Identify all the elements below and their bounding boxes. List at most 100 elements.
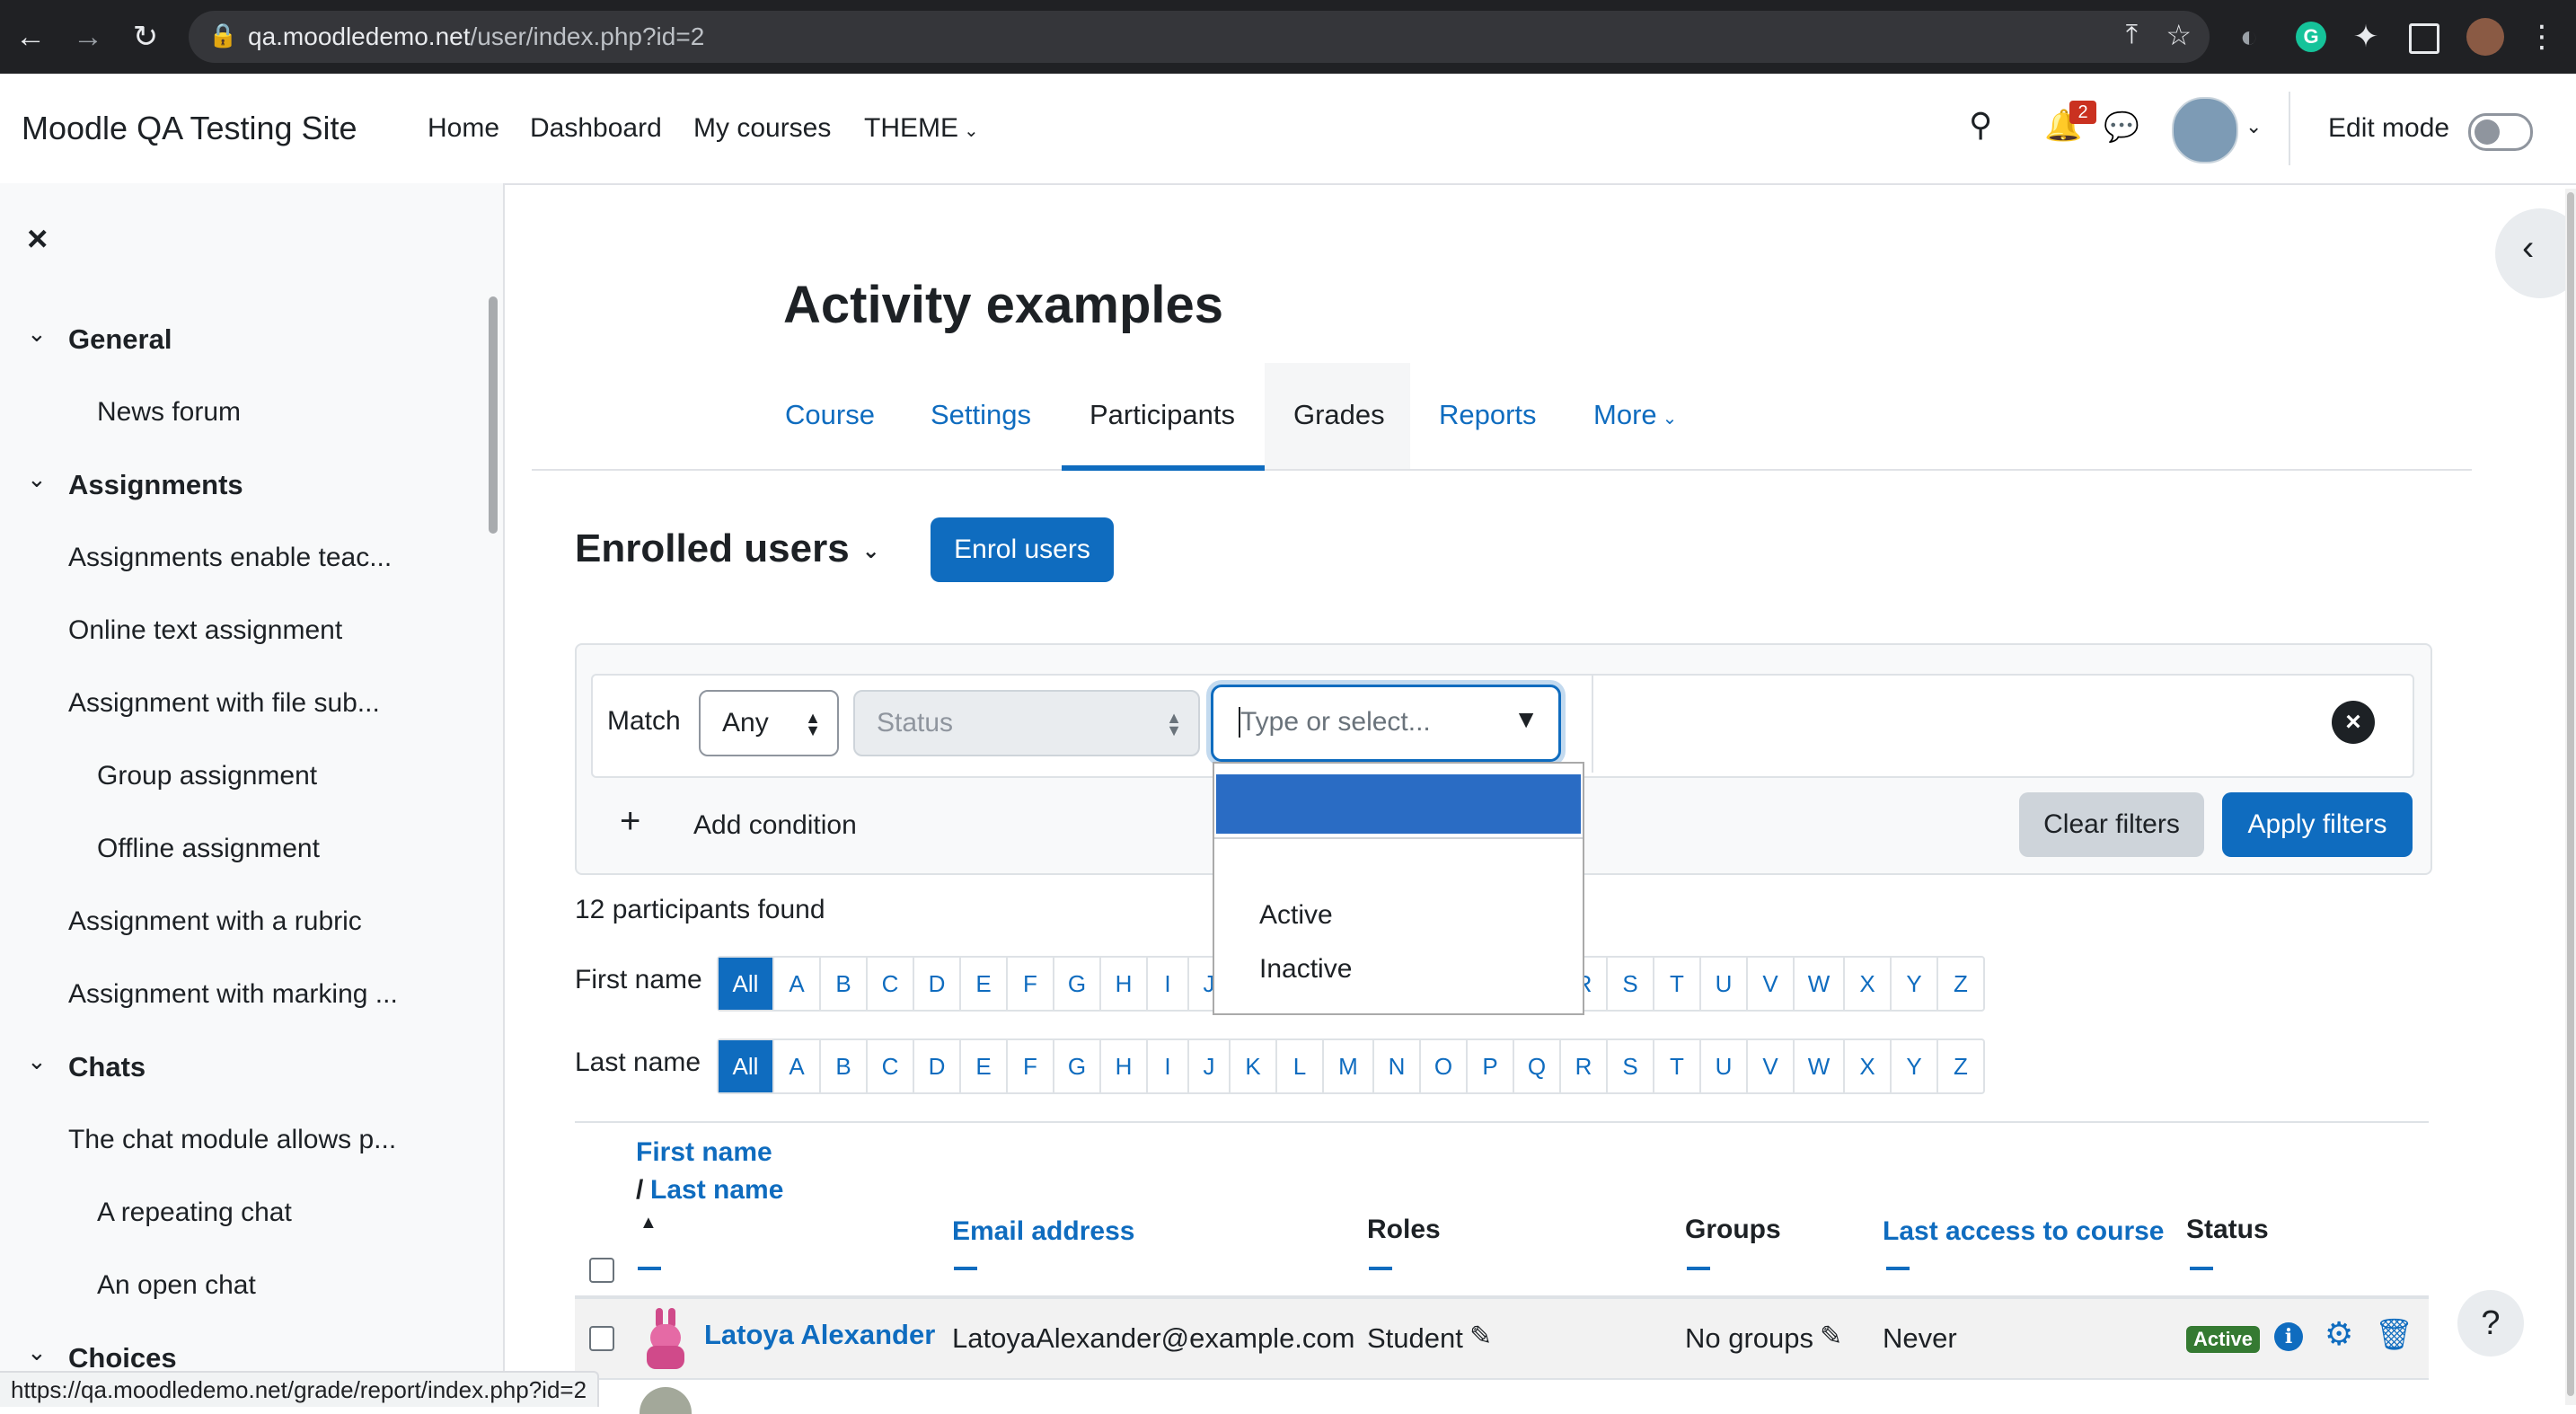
bookmark-star-icon[interactable]: ☆ bbox=[2166, 18, 2192, 52]
lastname-initial-o[interactable]: O bbox=[1421, 1040, 1468, 1092]
grammarly-icon[interactable]: G bbox=[2296, 22, 2326, 52]
lastname-initial-d[interactable]: D bbox=[914, 1040, 961, 1092]
lastname-initial-n[interactable]: N bbox=[1374, 1040, 1421, 1092]
lastname-initial-k[interactable]: K bbox=[1231, 1040, 1277, 1092]
reload-icon[interactable]: ↻ bbox=[119, 0, 172, 74]
hide-column-icon[interactable] bbox=[1369, 1267, 1392, 1270]
add-condition-link[interactable]: Add condition bbox=[693, 810, 857, 841]
tab-reports[interactable]: Reports bbox=[1439, 399, 1537, 431]
page-scrollbar[interactable] bbox=[2565, 189, 2576, 1405]
lastname-initial-m[interactable]: M bbox=[1324, 1040, 1374, 1092]
drawer-item[interactable]: Online text assignment bbox=[68, 615, 342, 646]
lastname-initial-u[interactable]: U bbox=[1701, 1040, 1748, 1092]
gear-settings-icon[interactable]: ⚙ bbox=[2325, 1315, 2353, 1353]
drawer-item[interactable]: Assignment with marking ... bbox=[68, 979, 398, 1010]
firstname-initial-all[interactable]: All bbox=[719, 958, 774, 1010]
firstname-initial-u[interactable]: U bbox=[1701, 958, 1748, 1010]
firstname-initial-i[interactable]: I bbox=[1148, 958, 1189, 1010]
firstname-initial-x[interactable]: X bbox=[1845, 958, 1892, 1010]
dropdown-option-active[interactable]: Active bbox=[1259, 900, 1333, 931]
lastname-initial-v[interactable]: V bbox=[1748, 1040, 1795, 1092]
block-drawer-toggle[interactable]: ‹ bbox=[2495, 208, 2576, 298]
lastname-initial-i[interactable]: I bbox=[1148, 1040, 1189, 1092]
tab-more[interactable]: More ⌄ bbox=[1593, 399, 1677, 431]
lastname-initial-w[interactable]: W bbox=[1795, 1040, 1845, 1092]
search-icon[interactable]: ⚲ bbox=[1969, 106, 1992, 144]
close-drawer-icon[interactable]: × bbox=[27, 219, 48, 260]
firstname-initial-c[interactable]: C bbox=[868, 958, 914, 1010]
hide-column-icon[interactable] bbox=[1886, 1267, 1910, 1270]
info-icon[interactable]: i bbox=[2274, 1322, 2303, 1351]
participant-name-link[interactable]: Latoya Alexander bbox=[704, 1319, 935, 1351]
lastname-initial-x[interactable]: X bbox=[1845, 1040, 1892, 1092]
share-icon[interactable]: ⤒ bbox=[2126, 20, 2138, 50]
row-select-checkbox[interactable] bbox=[589, 1326, 614, 1351]
sort-email[interactable]: Email address bbox=[952, 1216, 1134, 1247]
chevron-down-icon[interactable]: ⌄ bbox=[27, 1339, 47, 1366]
nav-my-courses[interactable]: My courses bbox=[693, 113, 831, 144]
match-select[interactable]: Any ▲ ▼ bbox=[699, 690, 839, 756]
firstname-initial-h[interactable]: H bbox=[1101, 958, 1148, 1010]
firstname-initial-s[interactable]: S bbox=[1608, 958, 1654, 1010]
sort-last-name[interactable]: Last name bbox=[650, 1175, 783, 1206]
drawer-item[interactable]: Assignments enable teac... bbox=[68, 543, 392, 573]
lastname-initial-s[interactable]: S bbox=[1608, 1040, 1654, 1092]
lastname-initial-b[interactable]: B bbox=[821, 1040, 868, 1092]
chevron-down-icon[interactable]: ⌄ bbox=[27, 320, 47, 348]
drawer-section-general[interactable]: General bbox=[68, 323, 172, 356]
help-button[interactable]: ? bbox=[2457, 1290, 2524, 1357]
nav-theme[interactable]: THEME ⌄ bbox=[864, 113, 979, 144]
lastname-initial-f[interactable]: F bbox=[1008, 1040, 1054, 1092]
hide-column-icon[interactable] bbox=[638, 1267, 661, 1270]
dropdown-triangle-icon[interactable]: ▼ bbox=[1513, 705, 1539, 734]
firstname-initial-d[interactable]: D bbox=[914, 958, 961, 1010]
back-icon[interactable]: ← bbox=[4, 0, 57, 74]
lastname-initial-z[interactable]: Z bbox=[1938, 1040, 1983, 1092]
pencil-edit-icon[interactable]: ✎ bbox=[1820, 1321, 1842, 1352]
lastname-initial-g[interactable]: G bbox=[1054, 1040, 1101, 1092]
lastname-initial-r[interactable]: R bbox=[1561, 1040, 1608, 1092]
user-avatar[interactable] bbox=[2172, 97, 2238, 163]
drawer-item[interactable]: News forum bbox=[97, 397, 241, 428]
select-all-checkbox[interactable] bbox=[589, 1258, 614, 1283]
clear-filters-button[interactable]: Clear filters bbox=[2019, 792, 2204, 857]
lastname-initial-l[interactable]: L bbox=[1277, 1040, 1324, 1092]
address-bar[interactable]: 🔒 qa.moodledemo.net/user/index.php?id=2 … bbox=[189, 11, 2210, 63]
puzzle-extensions-icon[interactable]: ✦ bbox=[2339, 0, 2393, 74]
lastname-initial-a[interactable]: A bbox=[774, 1040, 821, 1092]
tab-settings[interactable]: Settings bbox=[931, 399, 1031, 431]
sort-last-access[interactable]: Last access to course bbox=[1883, 1216, 2165, 1247]
edit-mode-toggle[interactable] bbox=[2468, 113, 2533, 151]
user-avatar-pink-rabbit[interactable] bbox=[638, 1306, 693, 1371]
drawer-item[interactable]: The chat module allows p... bbox=[68, 1125, 396, 1155]
user-menu-chevron-icon[interactable]: ⌄ bbox=[2245, 115, 2262, 138]
lastname-initial-q[interactable]: Q bbox=[1514, 1040, 1561, 1092]
apply-filters-button[interactable]: Apply filters bbox=[2222, 792, 2413, 857]
drawer-scrollbar[interactable] bbox=[489, 296, 498, 534]
chevron-down-icon[interactable]: ⌄ bbox=[27, 1047, 47, 1075]
hide-column-icon[interactable] bbox=[1687, 1267, 1710, 1270]
firstname-initial-f[interactable]: F bbox=[1008, 958, 1054, 1010]
drawer-section-choices[interactable]: Choices bbox=[68, 1342, 177, 1374]
tab-course[interactable]: Course bbox=[785, 399, 875, 431]
site-name[interactable]: Moodle QA Testing Site bbox=[22, 110, 357, 147]
drawer-item[interactable]: Assignment with file sub... bbox=[68, 688, 380, 719]
page-scrollbar-thumb[interactable] bbox=[2567, 192, 2574, 1396]
dropdown-option-inactive[interactable]: Inactive bbox=[1259, 954, 1352, 985]
dropdown-option-highlighted[interactable] bbox=[1216, 774, 1581, 834]
lastname-initial-h[interactable]: H bbox=[1101, 1040, 1148, 1092]
drawer-section-assignments[interactable]: Assignments bbox=[68, 469, 243, 501]
sidepanel-icon[interactable] bbox=[2409, 23, 2439, 54]
drawer-item[interactable]: Group assignment bbox=[97, 761, 317, 791]
drawer-item[interactable]: A repeating chat bbox=[97, 1197, 292, 1228]
drawer-item[interactable]: Offline assignment bbox=[97, 834, 320, 864]
sort-first-name[interactable]: First name bbox=[636, 1137, 772, 1168]
chevron-down-icon[interactable]: ⌄ bbox=[27, 465, 47, 493]
plus-icon[interactable]: + bbox=[620, 801, 640, 842]
enrolled-users-heading[interactable]: Enrolled users ⌄ bbox=[575, 526, 880, 571]
drawer-section-chats[interactable]: Chats bbox=[68, 1051, 146, 1083]
profile-avatar[interactable] bbox=[2466, 18, 2504, 56]
hide-column-icon[interactable] bbox=[954, 1267, 977, 1270]
drawer-item[interactable]: An open chat bbox=[97, 1270, 256, 1301]
drawer-item[interactable]: Assignment with a rubric bbox=[68, 906, 362, 937]
